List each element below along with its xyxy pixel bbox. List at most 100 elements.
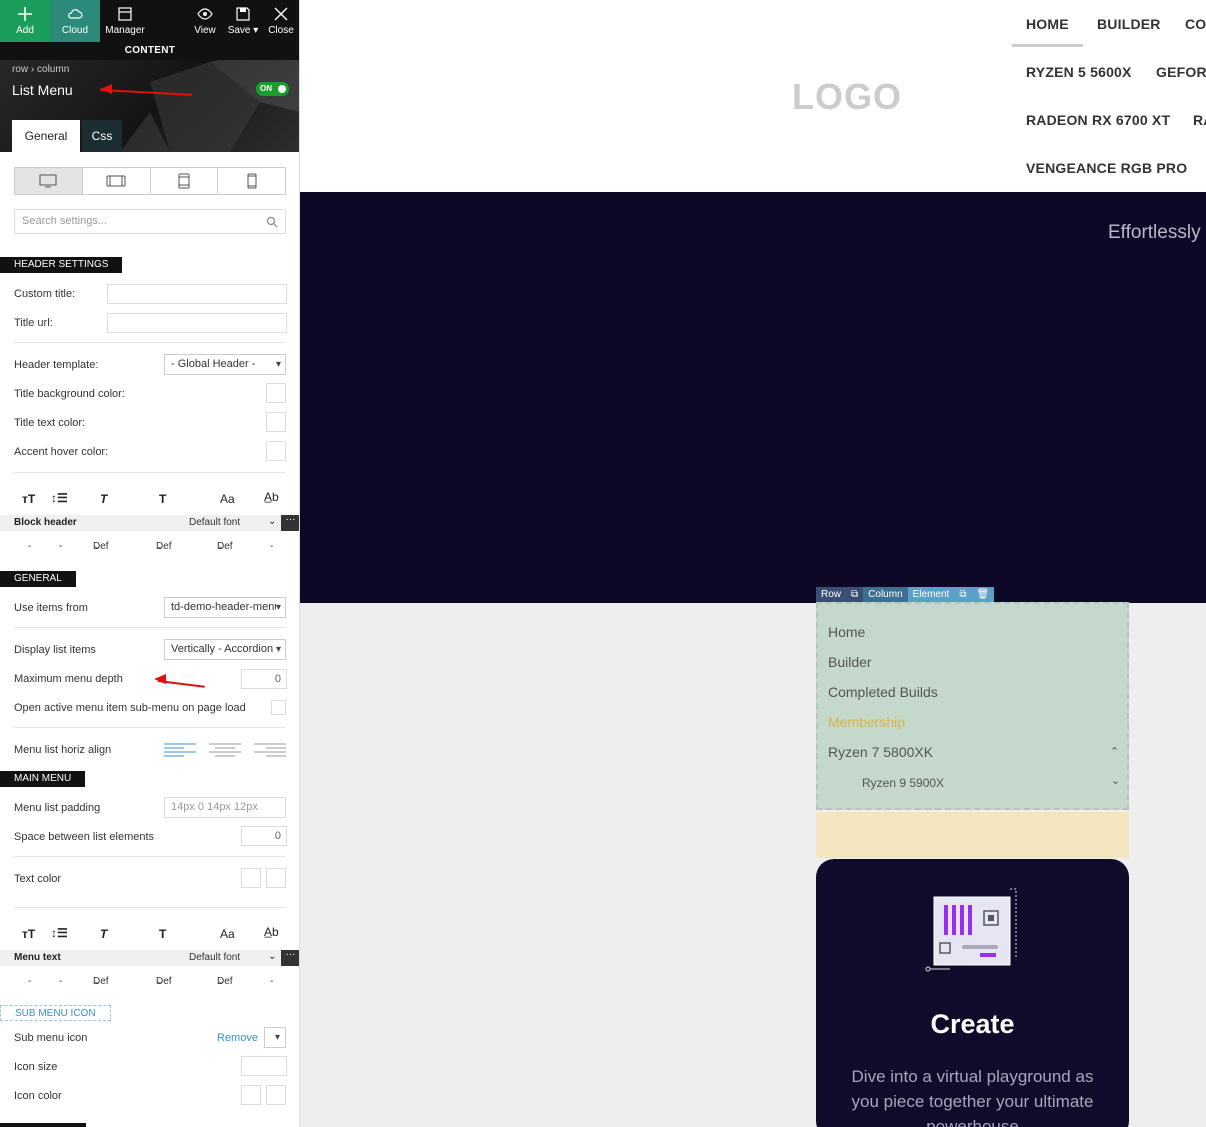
nav-builder[interactable]: BUILDER — [1097, 16, 1161, 32]
letter-spacing-value[interactable]: - — [270, 541, 273, 552]
remove-icon-link[interactable]: Remove — [217, 1032, 258, 1044]
icon-size-input[interactable] — [241, 1056, 287, 1076]
manager-button[interactable]: Manager — [100, 0, 150, 42]
line-height-icon[interactable]: ↕☰ — [51, 926, 68, 940]
device-landscape-tablet[interactable] — [83, 168, 151, 194]
title-url-input[interactable] — [107, 313, 287, 333]
font-size-value[interactable]: - — [28, 541, 31, 552]
font-style-value[interactable]: Def ⌄ — [93, 976, 109, 987]
nav-home[interactable]: HOME — [1026, 16, 1069, 32]
font-weight-value[interactable]: Def ⌄ — [156, 541, 172, 552]
line-height-value[interactable]: - — [59, 541, 62, 552]
font-style-value[interactable]: Def ⌄ — [93, 541, 109, 552]
view-button[interactable]: View — [186, 0, 224, 42]
chevron-up-icon[interactable]: ⌃ — [1110, 745, 1119, 758]
chevron-down-icon: ⌄ — [268, 516, 277, 527]
site-logo[interactable]: LOGO — [792, 76, 902, 118]
font-size-icon[interactable]: ᴛT — [22, 492, 35, 506]
nav-radeon[interactable]: RADEON RX 6700 XT — [1026, 112, 1170, 128]
device-desktop[interactable] — [15, 168, 83, 194]
text-hover-color-swatch[interactable] — [266, 868, 286, 888]
content-bar: CONTENT — [0, 42, 299, 60]
menu-item-builder[interactable]: Builder — [828, 654, 872, 670]
text-transform-icon[interactable]: Aa — [220, 927, 235, 941]
font-weight-icon[interactable]: T — [159, 492, 166, 506]
text-transform-value[interactable]: Def ⌄ — [217, 976, 233, 987]
trash-icon[interactable]: 🗑 — [971, 587, 995, 602]
menu-list-padding-input[interactable]: 14px 0 14px 12px — [164, 797, 286, 818]
element-copy-icon[interactable]: ⧉ — [954, 587, 972, 602]
text-transform-value[interactable]: Def ⌄ — [217, 541, 233, 552]
font-style-icon[interactable]: T — [100, 927, 107, 941]
close-button[interactable]: Close — [262, 0, 299, 42]
device-portrait-tablet[interactable] — [151, 168, 219, 194]
menu-item-membership[interactable]: Membership — [828, 714, 905, 730]
sub-menu-icon-picker[interactable]: ▾ — [264, 1027, 286, 1048]
text-transform-icon[interactable]: Aa — [220, 492, 235, 506]
add-button[interactable]: Add — [0, 0, 50, 42]
title-bg-color-swatch[interactable] — [266, 383, 286, 403]
font-size-icon[interactable]: ᴛT — [22, 927, 35, 941]
align-left-icon[interactable] — [164, 743, 196, 757]
save-button[interactable]: Save ▾ — [224, 0, 262, 42]
more-options-icon[interactable]: ··· — [281, 950, 299, 966]
letter-spacing-value[interactable]: - — [270, 976, 273, 987]
letter-spacing-icon[interactable]: A̲b — [264, 925, 279, 939]
open-active-checkbox[interactable] — [271, 700, 286, 715]
menu-text-font-bar: Menu text Default font ⌄ ··· — [0, 950, 299, 966]
font-weight-value[interactable]: Def ⌄ — [156, 976, 172, 987]
block-header-font-select[interactable]: Default font — [189, 517, 240, 528]
accent-hover-color-swatch[interactable] — [266, 441, 286, 461]
submenu-item-ryzen9[interactable]: Ryzen 9 5900X — [862, 776, 944, 790]
line-height-icon[interactable]: ↕☰ — [51, 491, 68, 505]
row-copy-icon[interactable]: ⧉ — [846, 587, 864, 602]
tab-css[interactable]: Css — [82, 120, 122, 152]
font-size-value[interactable]: - — [28, 976, 31, 987]
icon-color-swatch[interactable] — [241, 1085, 261, 1105]
cloud-button[interactable]: Cloud — [50, 0, 100, 42]
chevron-down-icon[interactable]: ⌄ — [1111, 774, 1120, 787]
on-toggle[interactable]: ON — [256, 82, 289, 96]
align-right-icon[interactable] — [254, 743, 286, 757]
title-text-color-swatch[interactable] — [266, 412, 286, 432]
font-weight-icon[interactable]: T — [159, 927, 166, 941]
nav-vengeance[interactable]: VENGEANCE RGB PRO — [1026, 160, 1187, 176]
breadcrumb-column[interactable]: column — [37, 64, 69, 75]
icon-hover-color-swatch[interactable] — [266, 1085, 286, 1105]
nav-completed[interactable]: CO — [1185, 16, 1206, 32]
header-template-select[interactable]: - Global Header - ▾ — [164, 354, 286, 375]
device-phone[interactable] — [218, 168, 285, 194]
tab-general[interactable]: General — [12, 120, 80, 152]
element-toolbar: Row ⧉ Column Element ⧉ 🗑 — [816, 587, 995, 602]
line-height-value[interactable]: - — [59, 976, 62, 987]
display-list-items-select[interactable]: Vertically - Accordion ▾ — [164, 639, 286, 660]
letter-spacing-icon[interactable]: A̲b — [264, 490, 279, 504]
max-menu-depth-input[interactable]: 0 — [241, 669, 287, 689]
align-center-icon[interactable] — [209, 743, 241, 757]
more-options-icon[interactable]: ··· — [281, 515, 299, 531]
list-menu-element[interactable]: Home Builder Completed Builds Membership… — [816, 602, 1129, 810]
manager-icon — [118, 7, 132, 21]
menu-text-font-select[interactable]: Default font — [189, 952, 240, 963]
font-style-icon[interactable]: T — [100, 492, 107, 506]
text-color-swatch[interactable] — [241, 868, 261, 888]
space-between-input[interactable]: 0 — [241, 826, 287, 846]
chevron-down-icon: ▾ — [275, 602, 281, 613]
el-column-button[interactable]: Column — [863, 587, 908, 602]
menu-item-home[interactable]: Home — [828, 624, 865, 640]
nav-ra[interactable]: RA — [1193, 112, 1206, 128]
menu-item-completed-builds[interactable]: Completed Builds — [828, 684, 938, 700]
menu-item-ryzen7[interactable]: Ryzen 7 5800XK — [828, 744, 933, 760]
search-settings-input[interactable]: Search settings... — [14, 209, 286, 234]
el-element-button[interactable]: Element — [907, 587, 955, 602]
nav-ryzen5[interactable]: RYZEN 5 5600X — [1026, 64, 1132, 80]
header-template-value: - Global Header - — [171, 358, 256, 370]
breadcrumb-row[interactable]: row — [12, 64, 28, 75]
use-items-from-select[interactable]: td-demo-header-menu ▾ — [164, 597, 286, 618]
card-text: Dive into a virtual playground as you pi… — [851, 1067, 1094, 1127]
custom-title-input[interactable] — [107, 284, 287, 304]
next-section-bar — [0, 1123, 86, 1127]
el-row-button[interactable]: Row — [816, 587, 847, 602]
sub-menu-icon-label: Sub menu icon — [14, 1032, 88, 1044]
nav-geforce[interactable]: GEFORC — [1156, 64, 1206, 80]
